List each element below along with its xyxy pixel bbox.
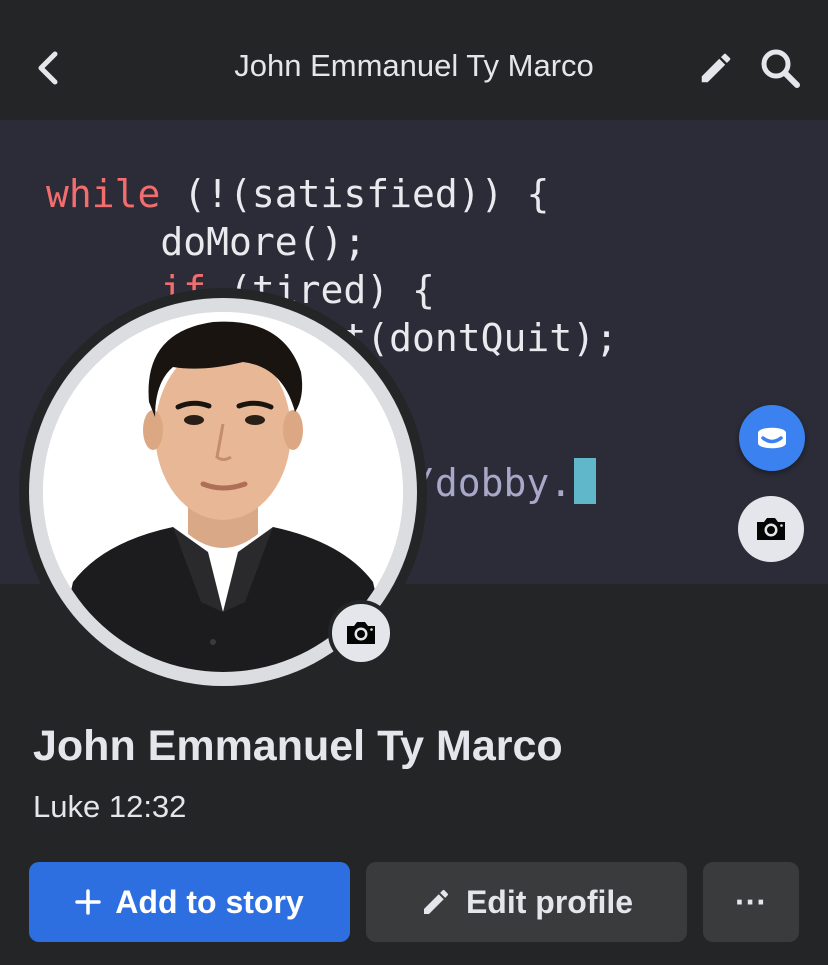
- add-to-story-label: Add to story: [115, 883, 304, 920]
- messenger-avatar-icon: [758, 427, 786, 449]
- edit-button[interactable]: [694, 46, 738, 90]
- profile-page: John Emmanuel Ty Marco while (!(satisfie…: [0, 0, 828, 965]
- plus-icon: [75, 889, 102, 915]
- code-line: doMore();: [46, 220, 367, 264]
- search-icon: [761, 49, 800, 88]
- edit-profile-button[interactable]: Edit profile: [366, 862, 687, 942]
- code-line: (!(satisfied)) {: [160, 172, 550, 216]
- edit-profile-label: Edit profile: [465, 883, 634, 920]
- camera-icon: [757, 518, 785, 540]
- top-bar: John Emmanuel Ty Marco: [0, 0, 828, 120]
- chevron-left-icon: [38, 51, 58, 85]
- header-title: John Emmanuel Ty Marco: [234, 48, 594, 83]
- pencil-icon: [701, 53, 731, 83]
- pencil-icon: [423, 889, 448, 914]
- camera-icon: [347, 622, 375, 644]
- edit-profile-picture-button[interactable]: [328, 600, 394, 666]
- profile-bio: Luke 12:32: [33, 789, 187, 824]
- text-cursor: [574, 458, 597, 504]
- more-options-button[interactable]: ···: [703, 862, 799, 942]
- more-options-icon: ···: [735, 883, 767, 920]
- profile-name: John Emmanuel Ty Marco: [33, 722, 563, 770]
- add-to-story-button[interactable]: Add to story: [29, 862, 350, 942]
- search-button[interactable]: [756, 44, 804, 92]
- back-button[interactable]: [26, 44, 70, 92]
- code-keyword: while: [46, 172, 161, 216]
- edit-cover-photo-button[interactable]: [738, 496, 804, 562]
- messenger-chat-head[interactable]: [739, 405, 805, 471]
